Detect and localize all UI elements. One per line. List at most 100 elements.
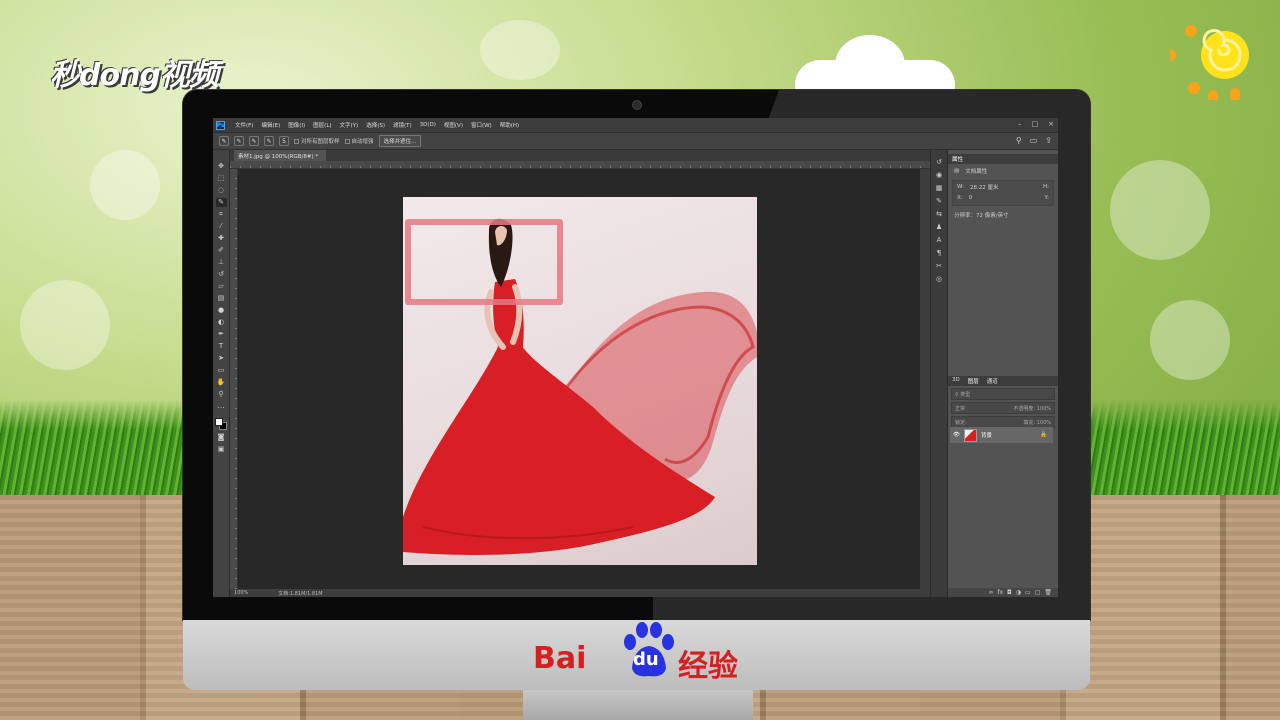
- window-controls: – □ ×: [1018, 120, 1054, 128]
- baidu-du-text: du: [633, 649, 659, 670]
- link-layers-icon[interactable]: ∞: [988, 589, 993, 596]
- maximize-button[interactable]: □: [1032, 120, 1039, 128]
- foreground-color-swatch[interactable]: [215, 418, 223, 426]
- bokeh: [90, 150, 160, 220]
- swatches-panel-icon[interactable]: ▦: [934, 184, 945, 193]
- lasso-tool-icon[interactable]: ◌: [216, 186, 227, 195]
- close-button[interactable]: ×: [1048, 120, 1054, 128]
- visibility-eye-icon[interactable]: 👁: [953, 432, 960, 438]
- eyedropper-tool-icon[interactable]: ⁄: [216, 222, 227, 231]
- options-right: ⚲ ▭ ⇪: [1016, 136, 1052, 145]
- vertical-scrollbar[interactable]: [920, 169, 930, 589]
- history-brush-icon[interactable]: ↺: [216, 270, 227, 279]
- bokeh: [1110, 160, 1210, 260]
- new-selection-icon[interactable]: ✎: [234, 136, 244, 146]
- type-tool-icon[interactable]: T: [216, 342, 227, 351]
- opacity-control[interactable]: 不透明度: 100%: [1013, 405, 1051, 412]
- layer-filter[interactable]: ⚲ 类型: [951, 388, 1055, 400]
- menu-filter[interactable]: 滤镜(T): [389, 121, 416, 129]
- dodge-tool-icon[interactable]: ◐: [216, 318, 227, 327]
- tools-panel: ✥ ⬚ ◌ ✎ ⌗ ⁄ ✚ ✐ ⊥ ↺ ▱ ▤ ● ◐ ✒ T ➤ ▭ ✋ ⚲ …: [213, 150, 230, 597]
- color-swatches[interactable]: [215, 418, 227, 430]
- dress-photo[interactable]: [403, 197, 757, 565]
- color-panel-icon[interactable]: ◉: [934, 171, 945, 180]
- menu-type[interactable]: 文字(Y): [336, 121, 363, 129]
- menu-window[interactable]: 窗口(W): [467, 121, 496, 129]
- menu-file[interactable]: 文件(F): [231, 121, 257, 129]
- add-to-selection-icon[interactable]: ✎: [249, 136, 259, 146]
- people-panel-icon[interactable]: ♟: [934, 223, 945, 232]
- quick-selection-tool-icon[interactable]: ✎: [215, 198, 227, 207]
- menu-edit[interactable]: 编辑(E): [257, 121, 284, 129]
- brush-tool-icon[interactable]: ✐: [216, 246, 227, 255]
- tools-preset-icon[interactable]: ✂: [934, 262, 945, 271]
- options-bar: ✎ ✎ ✎ ✎ 5 对所有图层取样 自动增强 选择并遮住... ⚲ ▭ ⇪: [213, 132, 1058, 150]
- new-group-icon[interactable]: ▭: [1025, 589, 1031, 596]
- bokeh: [480, 20, 560, 80]
- menu-view[interactable]: 视图(V): [440, 121, 467, 129]
- hand-tool-icon[interactable]: ✋: [216, 378, 227, 387]
- tab-layers[interactable]: 图层: [968, 377, 979, 385]
- resolution-row: 分辨率：72 像素/英寸: [954, 213, 1009, 219]
- layer-background[interactable]: 👁 背景 🔒: [950, 427, 1053, 443]
- menu-image[interactable]: 图像(I): [284, 121, 309, 129]
- shape-tool-icon[interactable]: ▭: [216, 366, 227, 375]
- search-icon[interactable]: ⚲: [1016, 136, 1022, 145]
- zoom-level[interactable]: 100%: [234, 590, 248, 596]
- select-and-mask-button[interactable]: 选择并遮住...: [378, 135, 422, 147]
- canvas-area[interactable]: [238, 169, 920, 589]
- auto-enhance-checkbox[interactable]: 自动增强: [344, 137, 374, 145]
- history-panel-icon[interactable]: ↺: [934, 158, 945, 167]
- 3d-panel-icon[interactable]: ◎: [934, 275, 945, 284]
- checkbox-box: [344, 138, 350, 144]
- document-tab[interactable]: 素材1.jpg @ 100%(RGB/8#) *: [234, 150, 326, 161]
- brush-panel-icon[interactable]: ✎: [934, 197, 945, 206]
- move-tool-icon[interactable]: ✥: [216, 162, 227, 171]
- tab-channels[interactable]: 通道: [987, 377, 998, 385]
- menu-help[interactable]: 帮助(H): [496, 121, 523, 129]
- paragraph-panel-icon[interactable]: ¶: [934, 249, 945, 258]
- path-selection-icon[interactable]: ➤: [216, 354, 227, 363]
- dimension-fields: W: 28.22 厘米 H: X: 0 Y:: [952, 180, 1054, 206]
- delete-layer-icon[interactable]: 🗑: [1044, 589, 1052, 596]
- blend-mode-select[interactable]: 正常: [955, 405, 965, 412]
- workspace-icon[interactable]: ▭: [1030, 136, 1038, 145]
- blur-tool-icon[interactable]: ●: [216, 306, 227, 315]
- zoom-tool-icon[interactable]: ⚲: [216, 390, 227, 399]
- document-size[interactable]: 文档:1.81M/1.81M: [278, 590, 322, 597]
- properties-header: 属性: [948, 154, 1058, 164]
- eraser-tool-icon[interactable]: ▱: [216, 282, 227, 291]
- clone-stamp-icon[interactable]: ⊥: [216, 258, 227, 267]
- baidu-jingyan-text: 经验: [678, 649, 738, 684]
- layer-style-icon[interactable]: fx: [997, 589, 1003, 596]
- share-icon[interactable]: ⇪: [1045, 136, 1052, 145]
- menu-3d[interactable]: 3D(D): [416, 122, 440, 128]
- new-layer-icon[interactable]: ▢: [1035, 589, 1041, 596]
- add-mask-icon[interactable]: ◘: [1007, 589, 1012, 596]
- brush-size-picker[interactable]: 5: [279, 136, 289, 146]
- fill-control[interactable]: 填充: 100%: [1023, 419, 1051, 426]
- healing-brush-icon[interactable]: ✚: [216, 234, 227, 243]
- marquee-tool-icon[interactable]: ⬚: [216, 174, 227, 183]
- subtract-selection-icon[interactable]: ✎: [264, 136, 274, 146]
- fill-value: 100%: [1036, 420, 1051, 426]
- tab-3d[interactable]: 3D: [952, 377, 960, 385]
- minimize-button[interactable]: –: [1018, 120, 1022, 128]
- menu-layer[interactable]: 图层(L): [309, 121, 335, 129]
- crop-tool-icon[interactable]: ⌗: [216, 210, 227, 219]
- properties-tab[interactable]: 属性: [952, 155, 963, 163]
- quick-selection-tool-icon[interactable]: ✎: [219, 136, 229, 146]
- quick-mask-icon[interactable]: ◙: [216, 433, 227, 442]
- menu-select[interactable]: 选择(S): [362, 121, 389, 129]
- more-tools-icon[interactable]: …: [216, 402, 227, 411]
- sample-all-layers-checkbox[interactable]: 对所有图层取样: [294, 137, 340, 145]
- adjustments-panel-icon[interactable]: ⇆: [934, 210, 945, 219]
- gradient-tool-icon[interactable]: ▤: [216, 294, 227, 303]
- screen-mode-icon[interactable]: ▣: [216, 445, 227, 454]
- width-value[interactable]: 28.22 厘米: [970, 183, 999, 191]
- character-panel-icon[interactable]: A: [934, 236, 945, 245]
- adjustment-layer-icon[interactable]: ◑: [1016, 589, 1021, 596]
- pen-tool-icon[interactable]: ✒: [216, 330, 227, 339]
- opacity-value: 100%: [1036, 406, 1051, 412]
- x-value[interactable]: 0: [969, 195, 973, 201]
